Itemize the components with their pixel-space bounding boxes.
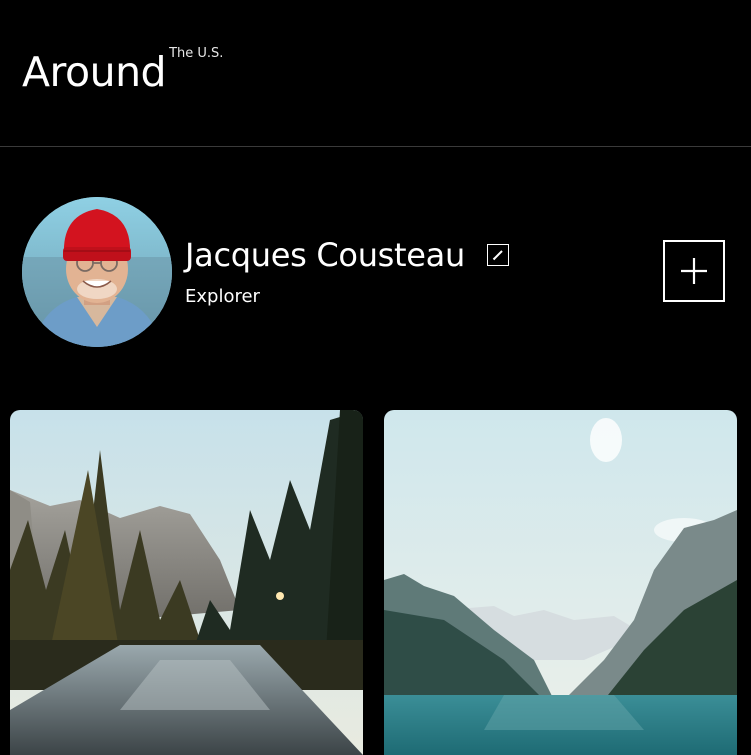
card-image-lake[interactable] bbox=[384, 410, 737, 755]
logo: Around The U.S. bbox=[22, 46, 224, 96]
add-place-button[interactable] bbox=[663, 240, 725, 302]
pencil-icon bbox=[492, 250, 503, 261]
site-header: Around The U.S. bbox=[0, 0, 751, 146]
card-photo bbox=[384, 410, 737, 755]
card-photo bbox=[10, 410, 363, 755]
profile-section: Jacques Cousteau Explorer bbox=[22, 197, 727, 347]
profile-about: Explorer bbox=[185, 286, 260, 307]
avatar[interactable] bbox=[22, 197, 172, 347]
profile-name: Jacques Cousteau bbox=[185, 236, 465, 274]
plus-icon bbox=[681, 258, 707, 284]
edit-profile-button[interactable] bbox=[486, 244, 509, 266]
logo-main-text: Around bbox=[22, 48, 167, 96]
profile-name-row: Jacques Cousteau bbox=[185, 235, 509, 275]
card-image-yosemite[interactable] bbox=[10, 410, 363, 755]
logo-sup-text: The U.S. bbox=[169, 46, 224, 61]
header-divider bbox=[0, 146, 751, 147]
avatar-image bbox=[22, 197, 172, 347]
